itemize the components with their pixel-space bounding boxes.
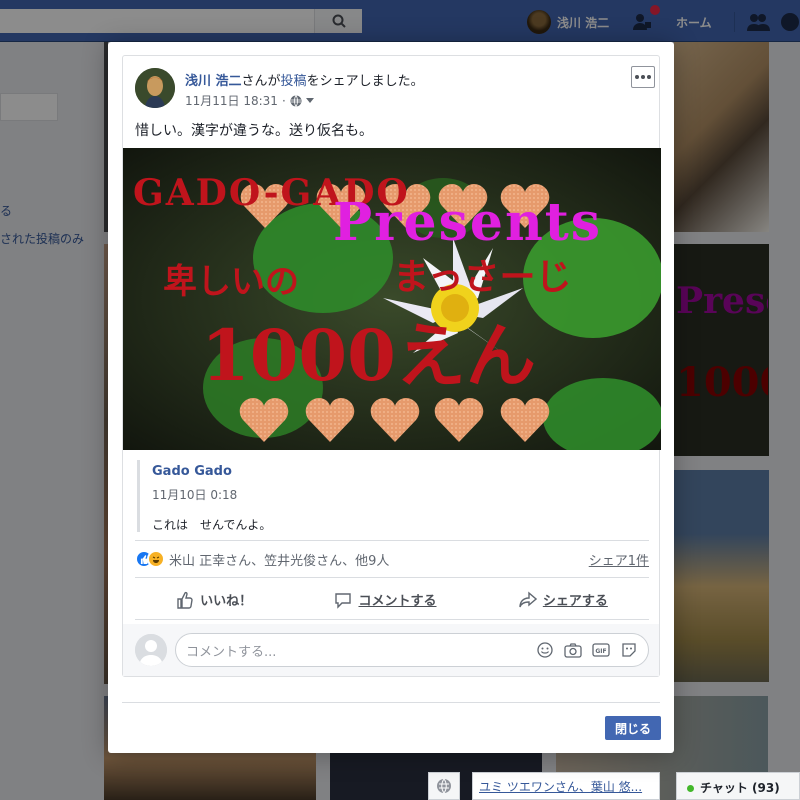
reaction-icons[interactable]: [135, 550, 165, 568]
svg-text:GIF: GIF: [595, 648, 606, 655]
flyer-hiku-text: 卑しいの: [163, 262, 299, 302]
like-label: いいね！: [200, 594, 253, 609]
options-dot-icon: [641, 75, 645, 79]
flyer-price-text: 1000えん: [201, 314, 536, 397]
share-button[interactable]: シェアする: [519, 590, 608, 609]
sticker-icon[interactable]: [620, 641, 638, 659]
chat-label: チャット (93): [700, 781, 780, 795]
chat-friends-preview-text: ユミ ツエワンさん、葉山 悠...: [479, 780, 643, 794]
comment-placeholder: コメントする...: [186, 644, 277, 660]
post-meta: 11月11日 18:31 ·: [185, 92, 314, 109]
options-dot-icon: [647, 75, 651, 79]
flyer-massage-text: まっさーじ: [393, 256, 572, 298]
author-name-link[interactable]: 浅川 浩二: [185, 74, 242, 89]
comment-label: コメントする: [358, 594, 437, 609]
comment-button[interactable]: コメントする: [334, 590, 437, 609]
close-button[interactable]: 閉じる: [605, 716, 661, 740]
chat-tab[interactable]: チャット (93): [676, 772, 800, 800]
share-label: シェアする: [542, 594, 608, 609]
post-verb-prefix: さんが: [241, 74, 281, 89]
author-portrait-icon: [135, 68, 175, 108]
author-avatar[interactable]: [135, 68, 175, 108]
online-dot-icon: [687, 785, 694, 792]
original-timestamp-link[interactable]: 11月10日 0:18: [152, 486, 237, 503]
post-card: 浅川 浩二さんが投稿をシェアしました。 11月11日 18:31 · 惜しい。漢…: [122, 55, 661, 677]
thumbs-up-icon: [177, 591, 193, 609]
share-count-link[interactable]: シェア1件: [589, 550, 649, 569]
globe-icon: [437, 778, 451, 794]
commenter-avatar: [135, 634, 167, 666]
post-options-button[interactable]: [631, 66, 655, 88]
post-header: 浅川 浩二さんが投稿をシェアしました。: [185, 70, 424, 89]
shared-post-image[interactable]: GADO-GADO Presents 卑しいの まっさーじ 1000えん: [123, 148, 661, 450]
globe-button[interactable]: [428, 772, 460, 800]
modal-divider: [122, 702, 660, 703]
post-actions: いいね！ コメントする シェアする: [135, 580, 649, 620]
default-avatar-icon: [135, 634, 167, 666]
shared-original-post: Gado Gado 11月10日 0:18 これは せんでんよ。: [137, 460, 645, 532]
comment-composer: コメントする... GIF: [123, 624, 659, 676]
post-timestamp-link[interactable]: 11月11日 18:31: [185, 92, 278, 109]
emoji-icon[interactable]: [536, 641, 554, 659]
original-author-link[interactable]: Gado Gado: [152, 464, 232, 479]
gif-icon[interactable]: GIF: [592, 641, 610, 659]
meta-separator: ·: [281, 93, 286, 108]
comment-icon: [335, 592, 352, 609]
post-modal: 浅川 浩二さんが投稿をシェアしました。 11月11日 18:31 · 惜しい。漢…: [108, 42, 674, 753]
original-post-text: これは せんでんよ。: [152, 518, 272, 532]
haha-reaction-icon: [147, 550, 165, 568]
share-arrow-icon: [519, 590, 537, 607]
comment-tools: GIF: [536, 641, 638, 659]
public-globe-icon[interactable]: [290, 94, 302, 107]
options-dot-icon: [635, 75, 639, 79]
comment-input[interactable]: コメントする... GIF: [175, 633, 649, 667]
reaction-names-link[interactable]: 米山 正幸さん、笠井光俊さん、他9人: [169, 550, 389, 569]
flyer-presents-text: Presents: [333, 192, 603, 253]
original-post-link[interactable]: 投稿: [281, 74, 307, 89]
post-text: 惜しい。漢字が違うな。送り仮名も。: [135, 123, 373, 139]
reactions-summary: 米山 正幸さん、笠井光俊さん、他9人 シェア1件: [135, 540, 649, 578]
chat-friends-preview[interactable]: ユミ ツエワンさん、葉山 悠...: [472, 772, 660, 800]
camera-icon[interactable]: [564, 641, 582, 659]
chevron-down-icon[interactable]: [305, 97, 314, 104]
like-button[interactable]: いいね！: [176, 590, 252, 609]
post-verb-suffix: をシェアしました。: [306, 74, 424, 89]
